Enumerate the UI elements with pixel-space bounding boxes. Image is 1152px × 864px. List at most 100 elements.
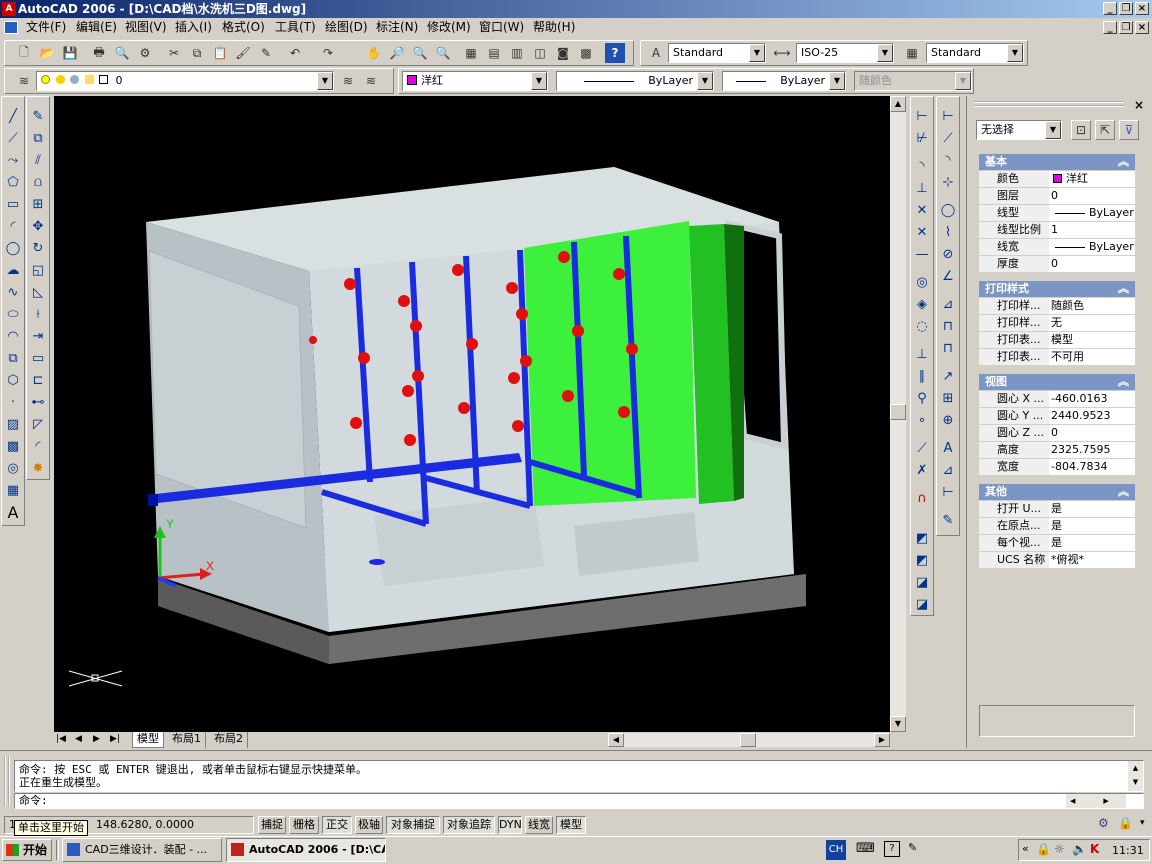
command-history-scrollbar[interactable]: ▲ ▼: [1128, 761, 1143, 791]
rotate-icon[interactable]: ↻: [28, 238, 48, 258]
menu-help[interactable]: 帮助(H): [533, 18, 575, 37]
undo-icon[interactable]: ↶: [285, 43, 305, 63]
sheet-set-icon[interactable]: ◫: [530, 43, 550, 63]
dim-style-combo[interactable]: ISO-25 ▼: [796, 43, 894, 63]
doc-minimize-icon[interactable]: _: [1103, 21, 1117, 34]
prop-row[interactable]: 在原点... 是: [979, 518, 1135, 535]
prop-row[interactable]: 圆心 Y ... 2440.9523: [979, 408, 1135, 425]
tab-model[interactable]: 模型: [132, 732, 164, 748]
ime-tools-icon[interactable]: ✎: [908, 841, 917, 854]
tray-volume-icon[interactable]: 🔈: [1072, 842, 1087, 856]
line-icon[interactable]: ╱: [3, 106, 23, 126]
quick-dim-icon[interactable]: ⊿: [938, 294, 958, 314]
select-objects-icon[interactable]: ⇱: [1095, 120, 1115, 140]
chevron-down-icon[interactable]: ▼: [877, 44, 893, 62]
dim-linear-icon[interactable]: ⊢: [938, 106, 958, 126]
section-basic[interactable]: 基本 ︽: [979, 154, 1135, 170]
menu-window[interactable]: 窗口(W): [479, 18, 524, 37]
command-input-hscroll[interactable]: ◀ ▶: [1066, 794, 1126, 808]
snap-none-icon[interactable]: ✗: [912, 460, 932, 480]
command-grip[interactable]: [4, 756, 10, 806]
block-editor-icon[interactable]: ✎: [256, 43, 276, 63]
preview-icon[interactable]: 🔍: [112, 43, 132, 63]
scroll-right-icon[interactable]: ▶: [874, 733, 890, 747]
snap-node-icon[interactable]: ∘: [912, 410, 932, 430]
prop-row[interactable]: 高度 2325.7595: [979, 442, 1135, 459]
trim-icon[interactable]: ⟊: [28, 304, 48, 324]
cut-icon[interactable]: ✂: [164, 43, 184, 63]
tab-next-icon[interactable]: ▶: [93, 734, 100, 744]
construction-line-icon[interactable]: ⟋: [3, 128, 23, 148]
lineweight-toggle[interactable]: 线宽: [525, 816, 553, 834]
chevron-down-icon[interactable]: ▼: [1007, 44, 1023, 62]
aligned-dim-icon[interactable]: ⊬: [912, 128, 932, 148]
tab-first-icon[interactable]: |◀: [56, 734, 66, 744]
arc-icon[interactable]: ◜: [3, 216, 23, 236]
tolerance-icon[interactable]: ⊞: [938, 388, 958, 408]
collapse-icon[interactable]: ︽: [1118, 484, 1129, 500]
make-block-icon[interactable]: ⬡: [3, 370, 23, 390]
restore-icon[interactable]: ❐: [1119, 2, 1133, 15]
bring-above-icon[interactable]: ◪: [912, 594, 932, 614]
chevron-down-icon[interactable]: ▼: [697, 72, 713, 90]
menu-dimension[interactable]: 标注(N): [376, 18, 418, 37]
snap-nearest-icon[interactable]: ⟋: [912, 438, 932, 458]
help-bubble-icon[interactable]: ?: [884, 841, 900, 857]
calculator-icon[interactable]: ▩: [576, 43, 596, 63]
zoom-realtime-icon[interactable]: 🔎: [387, 43, 407, 63]
table-style-icon[interactable]: ▦: [902, 43, 922, 63]
section-plot-style[interactable]: 打印样式 ︽: [979, 281, 1135, 297]
prop-row[interactable]: 打印样... 无: [979, 315, 1135, 332]
break-point-icon[interactable]: ▭: [28, 348, 48, 368]
plotstyle-combo[interactable]: 随颜色 ▼: [854, 71, 972, 91]
tab-layout1[interactable]: 布局1: [168, 732, 206, 748]
explode-icon[interactable]: ✸: [28, 458, 48, 478]
text-style-icon[interactable]: A: [646, 43, 666, 63]
snap-parallel-icon[interactable]: ∥: [912, 366, 932, 386]
array-icon[interactable]: ⊞: [28, 194, 48, 214]
text-style-combo[interactable]: Standard ▼: [668, 43, 766, 63]
ortho-toggle[interactable]: 正交: [322, 816, 352, 834]
comm-center-icon[interactable]: ⚙: [1098, 816, 1109, 830]
send-back-icon[interactable]: ◪: [912, 572, 932, 592]
menu-draw[interactable]: 绘图(D): [325, 18, 368, 37]
table-icon[interactable]: ▦: [3, 480, 23, 500]
chevron-down-icon[interactable]: ▼: [1045, 121, 1061, 139]
ime-indicator[interactable]: CH: [826, 840, 846, 860]
stretch-icon[interactable]: ◺: [28, 282, 48, 302]
prop-row[interactable]: 厚度 0: [979, 256, 1135, 273]
table-style-combo[interactable]: Standard ▼: [926, 43, 1024, 63]
properties-icon[interactable]: ▦: [461, 43, 481, 63]
collapse-icon[interactable]: ︽: [1118, 374, 1129, 390]
doc-close-icon[interactable]: ×: [1135, 21, 1149, 34]
layer-combo[interactable]: 0 ▼: [36, 71, 334, 91]
join-icon[interactable]: ⊷: [28, 392, 48, 412]
ordinate-icon[interactable]: ⊥: [912, 178, 932, 198]
snap-toggle[interactable]: 捕捉: [258, 816, 286, 834]
hatch-icon[interactable]: ▨: [3, 414, 23, 434]
polygon-icon[interactable]: ⬠: [3, 172, 23, 192]
menu-insert[interactable]: 插入(I): [175, 18, 212, 37]
layer-manager-icon[interactable]: ≋: [14, 71, 34, 91]
save-icon[interactable]: 💾: [60, 43, 80, 63]
jogged-icon[interactable]: ✕: [912, 222, 932, 242]
app-icon[interactable]: A: [2, 2, 16, 16]
plot-icon[interactable]: 🖶: [89, 43, 109, 63]
zoom-window-icon[interactable]: 🔍: [410, 43, 430, 63]
arc-length-icon[interactable]: ◝: [912, 156, 932, 176]
snap-quadrant-icon[interactable]: ◈: [912, 294, 932, 314]
quick-leader-icon[interactable]: ↗: [938, 366, 958, 386]
doc-restore-icon[interactable]: ❐: [1119, 21, 1133, 34]
osnap-toggle[interactable]: 对象捕捉: [386, 816, 440, 834]
menu-view[interactable]: 视图(V): [125, 18, 167, 37]
tray-security-icon[interactable]: 🔒: [1036, 842, 1051, 856]
dim-arc-icon[interactable]: ◝: [938, 150, 958, 170]
section-misc[interactable]: 其他 ︽: [979, 484, 1135, 500]
doc-icon[interactable]: [4, 21, 18, 34]
dim-text-edit-icon[interactable]: ⊿: [938, 460, 958, 480]
prop-row[interactable]: 打印样... 随颜色: [979, 298, 1135, 315]
insert-block-icon[interactable]: ⧉: [3, 348, 23, 368]
menu-format[interactable]: 格式(O): [222, 18, 265, 37]
prop-row[interactable]: UCS 名称 *俯视*: [979, 552, 1135, 569]
prop-row[interactable]: 打印表... 模型: [979, 332, 1135, 349]
